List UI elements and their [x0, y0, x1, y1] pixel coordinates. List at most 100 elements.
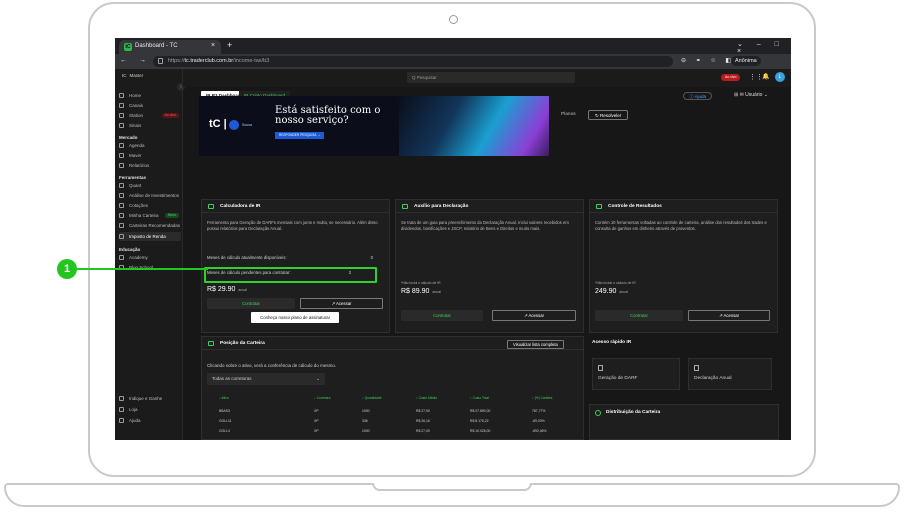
quotes-icon: [119, 203, 124, 208]
calculator-icon: [208, 204, 214, 209]
col-carteira-pct[interactable]: ↕ (%) Carteira: [532, 396, 552, 400]
resolver-button[interactable]: ↻ Resolveler: [588, 110, 629, 120]
sidebar-item-cotacoes[interactable]: Cotações: [119, 201, 181, 210]
document-icon: [119, 234, 124, 239]
acessar-button[interactable]: ↗ Acessar: [688, 310, 770, 321]
tab-close-icon[interactable]: ×: [211, 42, 215, 49]
url-field[interactable]: https://tc.traderclub.com.br/income-tax/…: [153, 56, 673, 67]
sidebar-item-station[interactable]: Station Ao vivo: [119, 111, 181, 120]
sidebar-item-loja[interactable]: Loja: [119, 405, 181, 414]
app-logo[interactable]: tC Master: [119, 73, 143, 79]
acessar-button[interactable]: ↗ Acessar: [492, 310, 576, 321]
help-button[interactable]: ⓘ Ajuda: [683, 92, 713, 100]
broker-select[interactable]: Todas as corretoras ⌄: [207, 373, 325, 385]
survey-banner[interactable]: tC | Sousa Está satisfeito com o nosso s…: [199, 96, 549, 156]
banner-title: Está satisfeito com o nosso serviço?: [275, 105, 381, 126]
help-icon: [119, 418, 124, 423]
sidebar-item-imposto-de-renda[interactable]: Imposto de Renda: [119, 232, 181, 241]
price: R$ 29.90 anual: [207, 286, 247, 293]
sparkle-icon: [402, 204, 408, 209]
search-input[interactable]: Q Pesquisar: [407, 72, 575, 83]
partner-logo-icon: [229, 120, 239, 130]
acessar-button[interactable]: ↗ Acessar: [300, 298, 383, 309]
sidebar-item-quant[interactable]: Quant: [119, 181, 181, 190]
browser-tab-bar: tC Dashboard - TC × + ⌄ – □ ×: [115, 38, 791, 55]
quick-declaracao-anual[interactable]: Declaração Anual: [688, 358, 772, 390]
pie-chart-icon: [595, 410, 601, 416]
star-icon: [119, 223, 124, 228]
sidebar-item-home[interactable]: Home: [119, 91, 181, 100]
banner-illustration: [399, 96, 549, 156]
new-badge: Novo: [164, 213, 179, 218]
window-controls[interactable]: ⌄ – □ ×: [737, 40, 791, 55]
table-row[interactable]: GOLL11 XP 336 R$ 26,16 R$ 8.176,22 -69,03%: [202, 419, 585, 427]
avatar[interactable]: L: [775, 72, 785, 82]
sidebar-item-indique[interactable]: Indique e Ganhe: [119, 394, 181, 403]
laptop-notch: [372, 483, 532, 491]
sidebar-item-ajuda[interactable]: Ajuda: [119, 416, 181, 425]
banner-cta-button[interactable]: RESPONDER PESQUISA →: [275, 132, 325, 139]
quick-geracao-darf[interactable]: Geração de DARF: [592, 358, 680, 390]
sidebar-item-carteiras-recomendadas[interactable]: Carteiras Recomendadas: [119, 221, 181, 230]
cart-icon: [119, 407, 124, 412]
sidebar-item-sinais[interactable]: Sinais: [119, 121, 181, 130]
col-quantidade[interactable]: ↕ Quantidade: [362, 396, 382, 400]
card-description: Se trata de um guia para preenchimento d…: [401, 220, 569, 232]
card-note: *Não inclui o cálculo de IR: [401, 281, 441, 285]
section-title: Acesso rápido IR: [592, 340, 632, 345]
nav-planos[interactable]: Planos: [561, 112, 576, 117]
gear-icon: [119, 183, 124, 188]
col-ativo[interactable]: ↕ Ativo: [219, 396, 229, 400]
sidebar-section-educacao: Educação: [119, 247, 141, 252]
live-button[interactable]: Ao vivo: [721, 74, 741, 81]
bar-chart-icon: [596, 204, 602, 209]
gift-icon: [119, 396, 124, 401]
incognito-badge[interactable]: Anônima: [731, 56, 761, 66]
sidebar-item-academy[interactable]: Academy: [119, 253, 181, 262]
carteira-description: Clicando sobre o ativo, verá a conferênc…: [207, 363, 337, 368]
tv-icon: [119, 113, 124, 118]
col-corretora[interactable]: ↕ Corretora: [314, 396, 331, 400]
price: 249.90 anual: [595, 288, 628, 295]
card-auxilio-declaracao: Auxílio para Declaração Se trata de um g…: [395, 199, 584, 333]
sidebar-item-maver[interactable]: Maver: [119, 151, 181, 160]
card-calculadora-ir: Calculadora de IR Ferramenta para Geraçã…: [201, 199, 390, 333]
list-icon: [208, 341, 214, 346]
user-menu[interactable]: ⊞ ✉ Usuário ⌄: [734, 92, 768, 98]
contratar-button[interactable]: Contratar: [595, 310, 683, 321]
card-title: Distribuição da Carteira: [606, 410, 661, 415]
browser-tab[interactable]: tC Dashboard - TC ×: [119, 40, 221, 54]
contratar-button[interactable]: Contratar: [401, 310, 483, 321]
callout-marker: 1: [57, 259, 77, 279]
card-title: Calculadora de IR: [202, 200, 389, 213]
bell-icon[interactable]: 🔔: [762, 73, 769, 80]
plans-button[interactable]: Conheça nosso plano de assinatura!: [251, 312, 339, 323]
sidebar-item-relatorios[interactable]: Relatórios: [119, 161, 181, 170]
graduation-icon: [119, 255, 124, 260]
report-icon: [119, 163, 124, 168]
table-row[interactable]: BBAS3 XP 1000 R$ 27,90 R$ 27.890,00 787,77%: [202, 409, 585, 417]
pending-months-highlight: [204, 267, 377, 283]
new-tab-button[interactable]: +: [227, 40, 232, 50]
browser-toolbar-icons[interactable]: ⊖ ⚭ ☆ ◧: [681, 57, 735, 64]
table-row[interactable]: GOLL4 XP 1000 R$ 27,00 R$ 10.026,00 -692,46%: [202, 429, 585, 437]
chart-icon: [119, 153, 124, 158]
sidebar-item-agenda[interactable]: Agenda: [119, 141, 181, 150]
view-full-list-button[interactable]: Visualizar lista completa: [507, 340, 564, 349]
camera-icon: [449, 15, 458, 24]
tab-title: Dashboard - TC: [135, 43, 178, 49]
home-icon: [119, 93, 124, 98]
col-custo-medio[interactable]: ↕ Custo Médio: [416, 396, 437, 400]
sidebar-section-mercado: Mercado: [119, 135, 138, 140]
file-icon: [598, 365, 603, 371]
sidebar: tC Master ‹ Home Canais Station Ao vivo Si…: [115, 69, 185, 440]
file-icon: [694, 365, 699, 371]
col-custo-total[interactable]: ↕ Custo Total: [470, 396, 489, 400]
sidebar-item-minha-carteira[interactable]: Minha Carteira Novo: [119, 211, 181, 220]
top-header: Q Pesquisar Ao vivo ⋮⋮⋮ 🔔 L: [183, 69, 791, 87]
sidebar-item-canais[interactable]: Canais: [119, 101, 181, 110]
wallet-icon: [119, 213, 124, 218]
contratar-button[interactable]: Contratar: [207, 298, 295, 309]
sidebar-item-analise[interactable]: Análise de Investimentos: [119, 191, 181, 200]
card-note: *Não incluir o cálculo de IR: [595, 281, 636, 285]
